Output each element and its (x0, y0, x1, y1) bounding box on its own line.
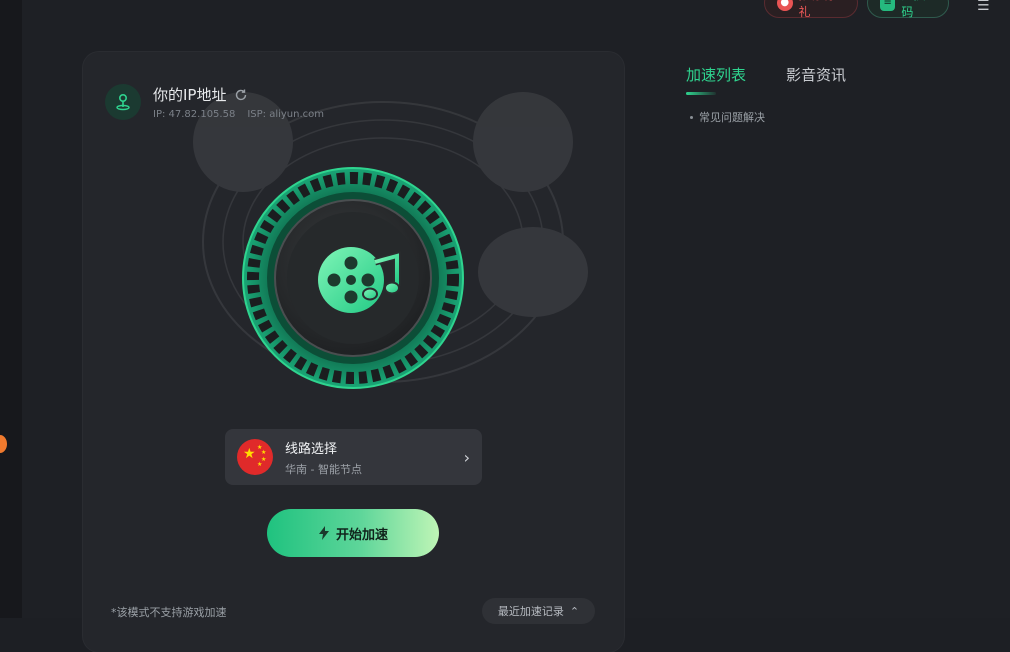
gift-icon: ● (777, 0, 793, 11)
location-pin-icon (105, 84, 141, 120)
faq-item[interactable]: 常见问题解决 (690, 109, 765, 125)
recommend-label: 推荐有礼 (798, 0, 835, 19)
route-title: 线路选择 (285, 441, 338, 457)
china-flag-icon: ★ ★ ★ ★ ★ (237, 439, 273, 475)
menu-icon[interactable]: ☰ (977, 0, 993, 14)
faq-label: 常见问题解决 (699, 111, 765, 124)
route-selector[interactable]: ★ ★ ★ ★ ★ 线路选择 华南 - 智能节点 › (225, 429, 482, 485)
chevron-up-icon: ⌃ (569, 604, 580, 618)
start-label: 开始加速 (335, 527, 388, 543)
accelerator-card: 你的IP地址 IP: 47.82.105.58 ISP: aliyun.com (83, 52, 624, 652)
isp-name: ISP: aliyun.com (247, 109, 325, 120)
chevron-right-icon: › (463, 447, 470, 467)
tab-media-news[interactable]: 影音资讯 (786, 64, 846, 95)
left-sidebar-strip (0, 0, 22, 618)
route-node: 华南 - 智能节点 (285, 462, 362, 476)
redeem-label: 兑换码 (901, 0, 925, 19)
recent-records-button[interactable]: 最近加速记录 ⌃ (482, 598, 595, 624)
notification-dot[interactable] (0, 435, 7, 453)
ip-info: 你的IP地址 IP: 47.82.105.58 ISP: aliyun.com (105, 84, 324, 120)
ticket-icon: ≡ (880, 0, 896, 11)
accelerate-disc[interactable] (241, 166, 465, 390)
refresh-icon[interactable] (234, 88, 248, 102)
ip-title: 你的IP地址 (153, 86, 227, 104)
right-tabs: 加速列表 影音资讯 (686, 64, 846, 95)
recommend-button[interactable]: ● 推荐有礼 (764, 0, 858, 19)
redeem-code-button[interactable]: ≡ 兑换码 (867, 0, 949, 19)
lightning-icon (318, 526, 329, 540)
tab-accelerate-list[interactable]: 加速列表 (686, 64, 746, 95)
start-accelerate-button[interactable]: 开始加速 (267, 509, 439, 557)
recent-label: 最近加速记录 (497, 605, 564, 618)
bullet-icon (690, 115, 693, 119)
ip-address: IP: 47.82.105.58 (153, 109, 236, 120)
